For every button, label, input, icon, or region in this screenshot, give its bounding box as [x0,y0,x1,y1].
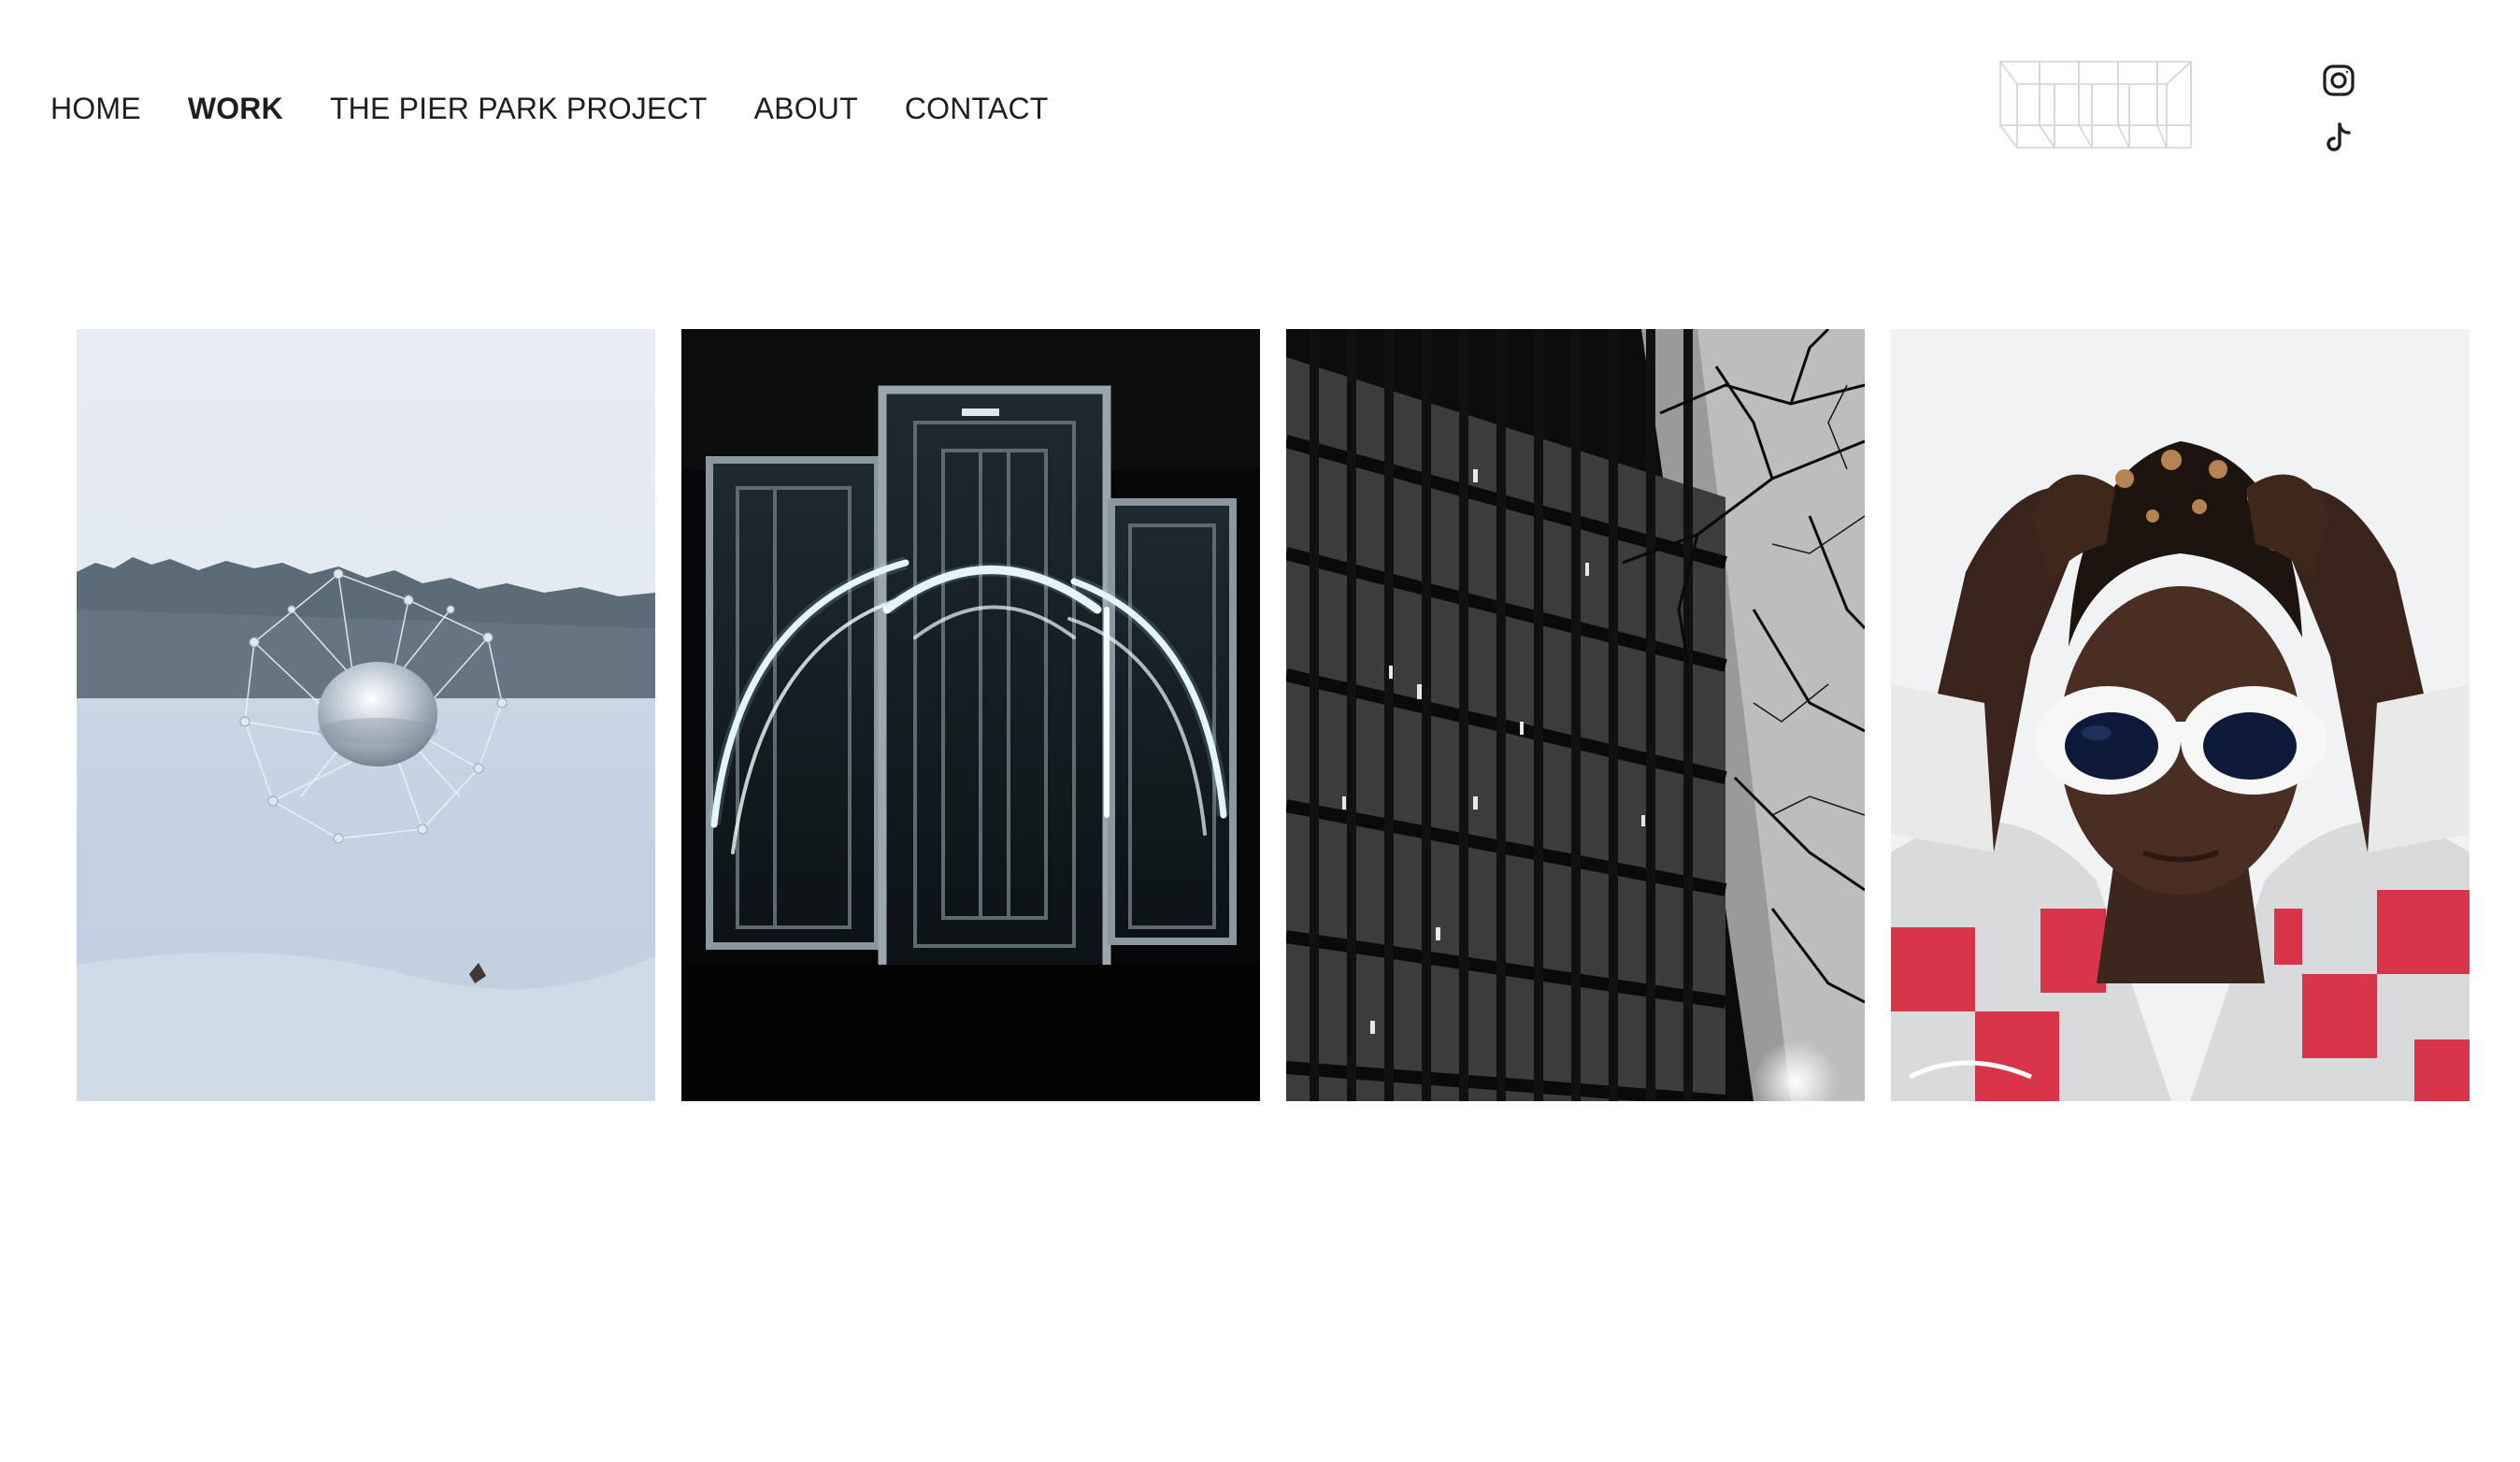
work-gallery [77,329,2470,1101]
nav-home[interactable]: HOME [50,92,141,126]
gallery-tile-portrait[interactable] [1891,329,2470,1101]
page: HOME WORK THE PIER PARK PROJECT ABOUT CO… [0,0,2520,1462]
tiktok-icon[interactable] [2320,120,2357,157]
gallery-tile-building-night[interactable] [1286,329,1865,1101]
nav-contact[interactable]: CONTACT [905,92,1049,126]
wireframe-boxes-logo[interactable] [1998,60,2195,153]
nav-about[interactable]: ABOUT [754,92,858,126]
nav-work[interactable]: WORK [188,92,283,126]
instagram-icon[interactable] [2320,62,2357,99]
social-links [2320,62,2357,178]
nav-pier-park-project[interactable]: THE PIER PARK PROJECT [330,92,708,126]
gallery-tile-neon-arch[interactable] [681,329,1260,1101]
gallery-tile-snow-sphere[interactable] [77,329,655,1101]
main-nav: HOME WORK THE PIER PARK PROJECT ABOUT CO… [50,90,1095,127]
